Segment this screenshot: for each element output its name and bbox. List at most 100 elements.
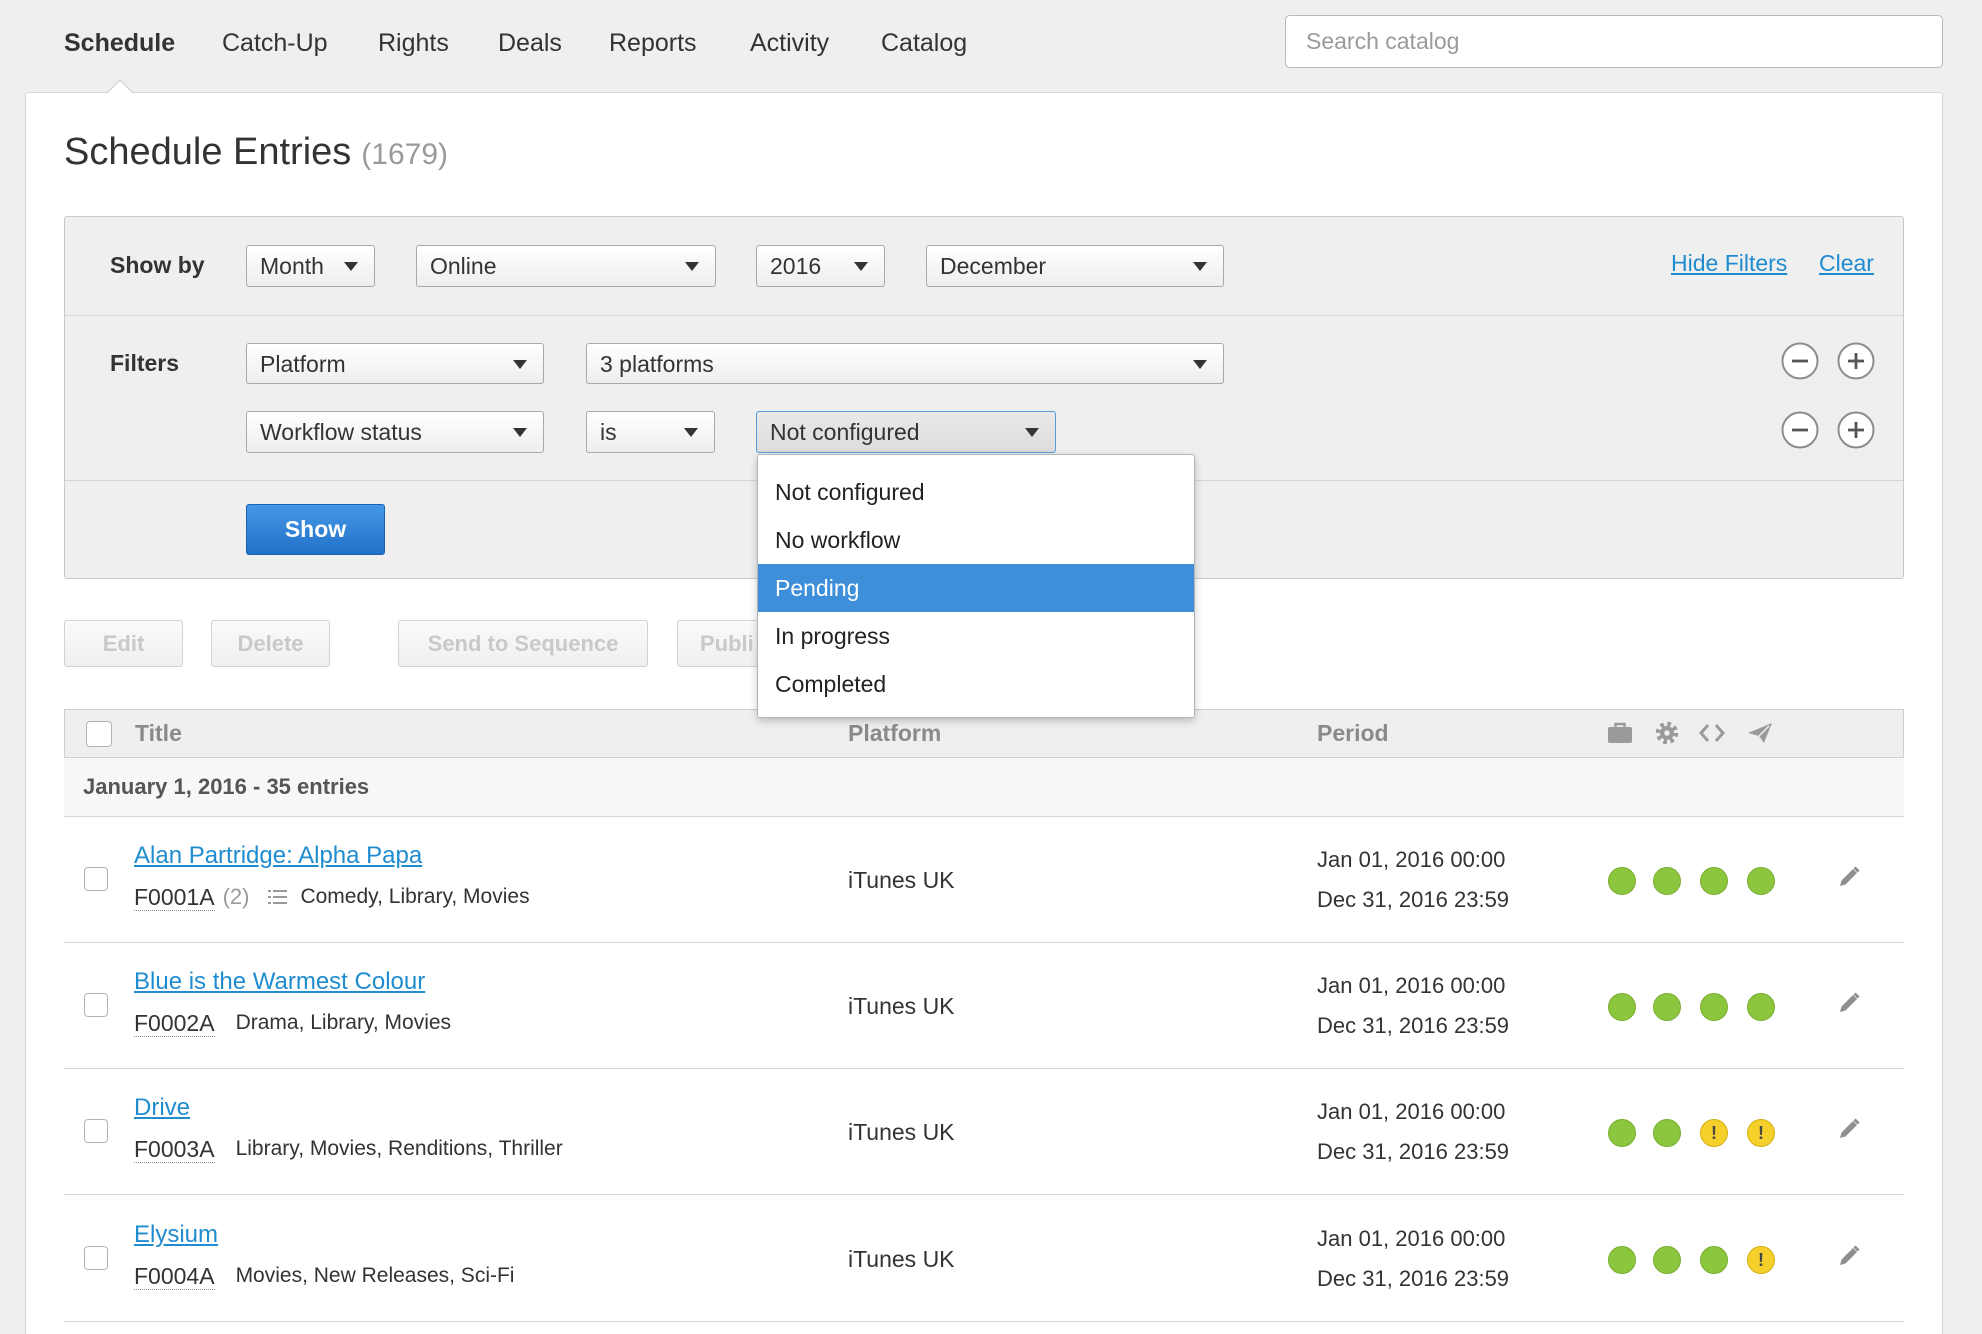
nav-deals[interactable]: Deals xyxy=(498,28,562,58)
status-dot xyxy=(1700,867,1728,895)
edit-pencil-icon[interactable] xyxy=(1836,1243,1862,1269)
filter-field-value: Workflow status xyxy=(260,419,422,445)
month-select[interactable]: December xyxy=(926,245,1224,287)
column-period[interactable]: Period xyxy=(1317,718,1389,748)
delete-button[interactable]: Delete xyxy=(211,620,330,667)
row-checkbox[interactable] xyxy=(84,1246,108,1270)
period-end: Dec 31, 2016 23:59 xyxy=(1317,1266,1510,1291)
status-dot xyxy=(1747,1246,1775,1274)
remove-filter-button[interactable] xyxy=(1781,342,1819,380)
nav-catch-up[interactable]: Catch-Up xyxy=(222,28,328,58)
entry-title-link[interactable]: Elysium xyxy=(134,1220,218,1250)
status-dot xyxy=(1747,1119,1775,1147)
version-count: (2) xyxy=(222,884,250,909)
year-select[interactable]: 2016 xyxy=(756,245,885,287)
status-dot xyxy=(1653,993,1681,1021)
period-start: Jan 01, 2016 00:00 xyxy=(1317,1226,1506,1251)
gear-icon xyxy=(1655,721,1679,750)
edit-pencil-icon[interactable] xyxy=(1836,1116,1862,1142)
filter-field-select[interactable]: Platform xyxy=(246,343,544,384)
entry-code[interactable]: F0003A xyxy=(134,1136,215,1163)
channel-select-value: Online xyxy=(430,253,497,279)
workflow-status-select[interactable]: Not configured xyxy=(756,411,1056,453)
month-select-value: December xyxy=(940,253,1047,279)
add-filter-button[interactable] xyxy=(1837,342,1875,380)
channel-select[interactable]: Online xyxy=(416,245,716,287)
list-icon xyxy=(268,889,288,905)
entry-title-link[interactable]: Drive xyxy=(134,1093,190,1123)
filters-label: Filters xyxy=(110,350,180,376)
entry-platform: iTunes UK xyxy=(848,993,955,1019)
entry-title-link[interactable]: Alan Partridge: Alpha Papa xyxy=(134,841,422,871)
nav-activity[interactable]: Activity xyxy=(750,28,829,58)
period-end: Dec 31, 2016 23:59 xyxy=(1317,887,1510,912)
dropdown-option[interactable]: No workflow xyxy=(758,516,1194,564)
clear-filters-link[interactable]: Clear xyxy=(1819,248,1874,278)
filter-operator-select[interactable]: is xyxy=(586,411,715,453)
workflow-status-dropdown: Not configured No workflow Pending In pr… xyxy=(757,454,1195,718)
edit-pencil-icon[interactable] xyxy=(1836,990,1862,1016)
entry-platform: iTunes UK xyxy=(848,1246,955,1272)
dropdown-option[interactable]: In progress xyxy=(758,612,1194,660)
status-dot xyxy=(1700,1246,1728,1274)
status-dot xyxy=(1608,867,1636,895)
status-dot xyxy=(1653,867,1681,895)
dropdown-option[interactable]: Pending xyxy=(758,564,1194,612)
year-select-value: 2016 xyxy=(770,253,822,279)
filter-value-text: 3 platforms xyxy=(600,351,714,377)
status-dot xyxy=(1608,993,1636,1021)
edit-button[interactable]: Edit xyxy=(64,620,183,667)
remove-filter-button[interactable] xyxy=(1781,411,1819,449)
status-dot xyxy=(1653,1119,1681,1147)
entry-platform: iTunes UK xyxy=(848,867,955,893)
row-checkbox[interactable] xyxy=(84,993,108,1017)
entry-genres: Library, Movies, Renditions, Thriller xyxy=(235,1137,563,1160)
search-input[interactable] xyxy=(1285,15,1943,68)
select-all-checkbox[interactable] xyxy=(86,721,112,747)
hide-filters-link[interactable]: Hide Filters xyxy=(1671,248,1787,278)
entry-platform: iTunes UK xyxy=(848,1119,955,1145)
filter-divider xyxy=(65,315,1903,316)
entry-genres: Movies, New Releases, Sci-Fi xyxy=(235,1264,515,1287)
period-end: Dec 31, 2016 23:59 xyxy=(1317,1013,1510,1038)
edit-pencil-icon[interactable] xyxy=(1836,864,1862,890)
show-button[interactable]: Show xyxy=(246,504,385,555)
send-icon xyxy=(1747,722,1773,749)
add-filter-button[interactable] xyxy=(1837,411,1875,449)
send-to-sequence-button[interactable]: Send to Sequence xyxy=(398,620,648,667)
row-checkbox[interactable] xyxy=(84,1119,108,1143)
status-dot xyxy=(1747,867,1775,895)
period-start: Jan 01, 2016 00:00 xyxy=(1317,847,1506,872)
status-dot xyxy=(1608,1246,1636,1274)
period-select[interactable]: Month xyxy=(246,245,375,287)
dropdown-option[interactable]: Not configured xyxy=(758,468,1194,516)
entry-code[interactable]: F0002A xyxy=(134,1010,215,1037)
period-start: Jan 01, 2016 00:00 xyxy=(1317,973,1506,998)
dropdown-option[interactable]: Completed xyxy=(758,660,1194,708)
filter-field-value: Platform xyxy=(260,351,346,377)
entry-genres: Comedy, Library, Movies xyxy=(300,885,530,908)
entry-meta: F0001A (2) Comedy, Library, Movies xyxy=(134,882,530,912)
table-row: Blue is the Warmest Colour F0002A Drama,… xyxy=(64,943,1904,1069)
nav-catalog[interactable]: Catalog xyxy=(881,28,967,58)
nav-rights[interactable]: Rights xyxy=(378,28,449,58)
minus-circle-icon xyxy=(1781,411,1819,449)
page-title: Schedule Entries (1679) xyxy=(64,130,448,182)
status-dot xyxy=(1700,993,1728,1021)
page-title-text: Schedule Entries xyxy=(64,131,352,173)
entry-title-link[interactable]: Blue is the Warmest Colour xyxy=(134,967,425,997)
entry-count: (1679) xyxy=(361,138,449,171)
nav-reports[interactable]: Reports xyxy=(609,28,697,58)
filter-value-select[interactable]: 3 platforms xyxy=(586,343,1224,384)
entry-code[interactable]: F0004A xyxy=(134,1263,215,1290)
status-dot xyxy=(1747,993,1775,1021)
entry-code[interactable]: F0001A xyxy=(134,884,215,911)
workflow-status-value: Not configured xyxy=(770,419,920,445)
filter-field-select[interactable]: Workflow status xyxy=(246,411,544,453)
column-title[interactable]: Title xyxy=(135,718,182,748)
column-platform[interactable]: Platform xyxy=(848,718,941,748)
row-checkbox[interactable] xyxy=(84,867,108,891)
entry-meta: F0002A Drama, Library, Movies xyxy=(134,1008,451,1038)
nav-schedule[interactable]: Schedule xyxy=(64,28,175,58)
code-icon xyxy=(1698,723,1726,748)
